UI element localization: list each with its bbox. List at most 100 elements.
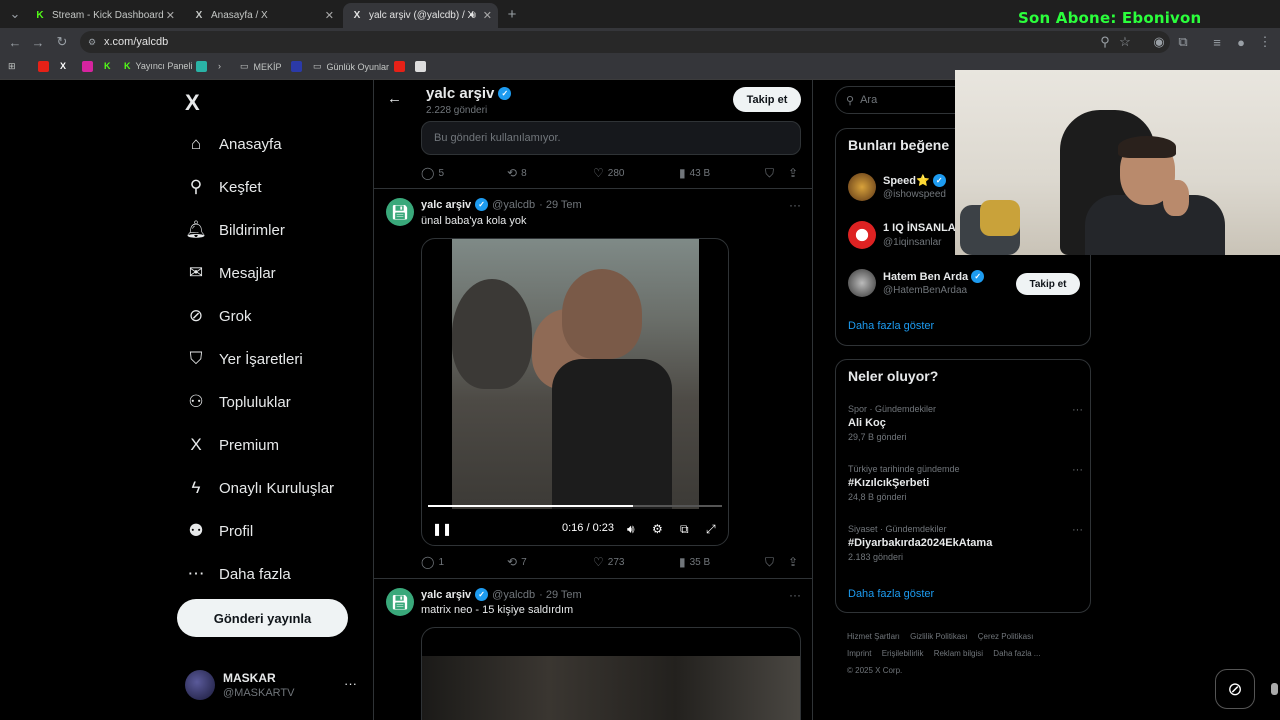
close-tab-icon[interactable]: ✕ bbox=[325, 9, 334, 22]
suggested-account[interactable]: Hatem Ben Arda ✓ @HatemBenArdaa Takip et bbox=[848, 269, 1088, 301]
more-icon[interactable]: ··· bbox=[1072, 404, 1083, 416]
nav-item-premium[interactable]: X Premium bbox=[185, 430, 279, 460]
footer-link[interactable]: Daha fazla ... bbox=[993, 649, 1040, 658]
browser-tab-profile[interactable]: X yalc arşiv (@yalcdb) / X 🔊︎ ✕ bbox=[343, 3, 498, 28]
volume-icon[interactable]: 🔊︎ bbox=[627, 522, 635, 537]
video-frame[interactable] bbox=[452, 239, 699, 509]
video-progress-bar[interactable] bbox=[428, 505, 722, 507]
bookmark-button[interactable]: ⛉ bbox=[765, 555, 774, 570]
zoom-icon[interactable]: ⚲ bbox=[1096, 33, 1114, 51]
nav-item-bildirimler[interactable]: 🔔︎ Bildirimler bbox=[185, 215, 285, 245]
like-button[interactable]: ♡ 273 bbox=[593, 555, 624, 569]
nav-item-keşfet[interactable]: ⚲ Keşfet bbox=[185, 172, 262, 202]
show-more-link[interactable]: Daha fazla göster bbox=[848, 320, 934, 332]
more-icon[interactable]: ··· bbox=[789, 198, 801, 212]
nav-item-yer-i-şaretleri[interactable]: ⛉ Yer İşaretleri bbox=[185, 344, 303, 374]
bookmark-button[interactable]: ⛉ bbox=[765, 166, 774, 181]
post-author[interactable]: yalc arşiv bbox=[421, 589, 471, 601]
repost-button[interactable]: ⟲ 7 bbox=[507, 555, 527, 569]
reload-icon[interactable]: ↻ bbox=[53, 33, 71, 51]
video-frame[interactable] bbox=[422, 656, 800, 720]
more-icon[interactable]: ··· bbox=[1072, 524, 1083, 536]
repost-button[interactable]: ⟲ 8 bbox=[507, 166, 527, 180]
scrollbar[interactable] bbox=[1271, 683, 1278, 695]
menu-icon[interactable]: ⋮ bbox=[1256, 33, 1274, 51]
nav-item-profil[interactable]: ⚉ Profil bbox=[185, 516, 253, 546]
trend-item[interactable]: Spor · Gündemdekiler Ali Koç 29,7 B gönd… bbox=[848, 404, 1083, 444]
trend-item[interactable]: Siyaset · Gündemdekiler #Diyarbakırda202… bbox=[848, 524, 1083, 564]
apps-icon[interactable]: ⊞ bbox=[8, 61, 16, 72]
pause-icon[interactable]: ❚❚ bbox=[432, 522, 452, 536]
avatar[interactable]: 💾︎ bbox=[386, 588, 414, 616]
close-tab-icon[interactable]: ✕ bbox=[166, 9, 175, 22]
footer-link[interactable]: Erişilebilirlik bbox=[882, 649, 924, 658]
follow-button[interactable]: Takip et bbox=[733, 87, 801, 112]
footer-link[interactable]: Imprint bbox=[847, 649, 871, 658]
back-arrow-icon[interactable]: ← bbox=[387, 90, 402, 107]
views-button[interactable]: ▮ 43 B bbox=[679, 166, 710, 180]
youtube-bookmark-icon[interactable] bbox=[38, 61, 49, 72]
bookmark-yayinci-paneli[interactable]: K Yayıncı Paneli bbox=[124, 61, 192, 71]
bookmark-mekip[interactable]: ▭ MEKİP bbox=[240, 61, 282, 72]
like-button[interactable]: ♡ 280 bbox=[593, 166, 624, 180]
post-author[interactable]: yalc arşiv bbox=[421, 199, 471, 211]
show-more-link[interactable]: Daha fazla göster bbox=[848, 588, 934, 600]
fullscreen-icon[interactable]: ⤢ bbox=[706, 522, 716, 537]
settings-icon[interactable]: ⚙ bbox=[652, 522, 663, 536]
footer-link[interactable]: Reklam bilgisi bbox=[934, 649, 983, 658]
footer-link[interactable]: Çerez Politikası bbox=[978, 632, 1034, 641]
post-button[interactable]: Gönderi yayınla bbox=[177, 599, 348, 637]
media-icon[interactable]: ≡ bbox=[1208, 33, 1226, 51]
more-icon[interactable]: ··· bbox=[1072, 464, 1083, 476]
footer-link[interactable]: Gizlilik Politikası bbox=[910, 632, 967, 641]
reply-button[interactable]: ◯ 1 bbox=[421, 555, 444, 569]
tab-search-icon[interactable]: ⌄ bbox=[6, 5, 24, 23]
post-date[interactable]: · 29 Tem bbox=[539, 199, 582, 211]
back-icon[interactable]: ← bbox=[6, 33, 24, 51]
kick-bookmark-icon[interactable]: K bbox=[104, 61, 111, 71]
nav-item-daha-fazla[interactable]: ⋯ Daha fazla bbox=[185, 559, 291, 589]
close-tab-icon[interactable]: ✕ bbox=[483, 9, 492, 22]
share-button[interactable]: ⇪ bbox=[788, 555, 798, 569]
bookmark-icon-1[interactable] bbox=[196, 61, 207, 72]
share-button[interactable]: ⇪ bbox=[788, 166, 798, 180]
bookmark-icon-3[interactable] bbox=[291, 61, 302, 72]
video-player[interactable]: ❚❚ 0:16 / 0:23 🔊︎ ⚙ ⧉ ⤢ bbox=[421, 238, 729, 546]
more-icon[interactable]: ··· bbox=[344, 676, 357, 691]
nav-item-onaylı-kuruluşlar[interactable]: ϟ Onaylı Kuruluşlar bbox=[185, 473, 335, 503]
bookmark-icon-2[interactable]: › bbox=[218, 61, 221, 71]
profile-avatar-icon[interactable]: ● bbox=[1232, 33, 1250, 51]
nav-item-grok[interactable]: ⊘ Grok bbox=[185, 301, 252, 331]
pip-icon[interactable]: ⧉ bbox=[680, 522, 689, 537]
site-info-icon[interactable]: ⚙ bbox=[88, 37, 96, 48]
youtube-bookmark-icon[interactable] bbox=[394, 61, 405, 72]
puzzle-icon[interactable]: ⧉ bbox=[1174, 33, 1192, 51]
audio-icon[interactable]: 🔊︎ bbox=[470, 10, 476, 21]
account-switcher[interactable]: MASKAR @MASKARTV ··· bbox=[185, 670, 365, 702]
post-date[interactable]: · 29 Tem bbox=[539, 589, 582, 601]
nav-item-mesajlar[interactable]: ✉ Mesajlar bbox=[185, 258, 276, 288]
browser-tab-kick[interactable]: K Stream - Kick Dashboard ✕ bbox=[26, 3, 181, 28]
follow-button[interactable]: Takip et bbox=[1016, 273, 1080, 295]
x-logo[interactable]: X bbox=[185, 90, 200, 116]
post-handle[interactable]: @yalcdb bbox=[492, 589, 535, 601]
bookmark-gunluk-oyunlar[interactable]: ▭ Günlük Oyunlar bbox=[313, 61, 389, 72]
views-button[interactable]: ▮ 35 B bbox=[679, 555, 710, 569]
nav-item-topluluklar[interactable]: ⚇ Topluluklar bbox=[185, 387, 290, 417]
star-icon[interactable]: ☆ bbox=[1116, 33, 1134, 51]
instagram-bookmark-icon[interactable] bbox=[82, 61, 93, 72]
forward-icon[interactable]: → bbox=[29, 33, 47, 51]
footer-link[interactable]: Hizmet Şartları bbox=[847, 632, 900, 641]
x-bookmark-icon[interactable]: X bbox=[60, 61, 66, 71]
more-icon[interactable]: ··· bbox=[789, 588, 801, 602]
post-handle[interactable]: @yalcdb bbox=[492, 199, 535, 211]
trend-item[interactable]: Türkiye tarihinde gündemde #KızılcıkŞerb… bbox=[848, 464, 1083, 504]
new-tab-icon[interactable]: + bbox=[503, 5, 521, 23]
grok-fab-icon[interactable]: ⊘ bbox=[1215, 669, 1255, 709]
reply-button[interactable]: ◯ 5 bbox=[421, 166, 444, 180]
extension-icon[interactable]: ◉ bbox=[1150, 33, 1168, 51]
nav-item-anasayfa[interactable]: ⌂ Anasayfa bbox=[185, 129, 282, 159]
bookmark-icon-4[interactable] bbox=[415, 61, 426, 72]
avatar[interactable]: 💾︎ bbox=[386, 198, 414, 226]
url-input[interactable]: ⚙ x.com/yalcdb bbox=[80, 31, 1170, 53]
